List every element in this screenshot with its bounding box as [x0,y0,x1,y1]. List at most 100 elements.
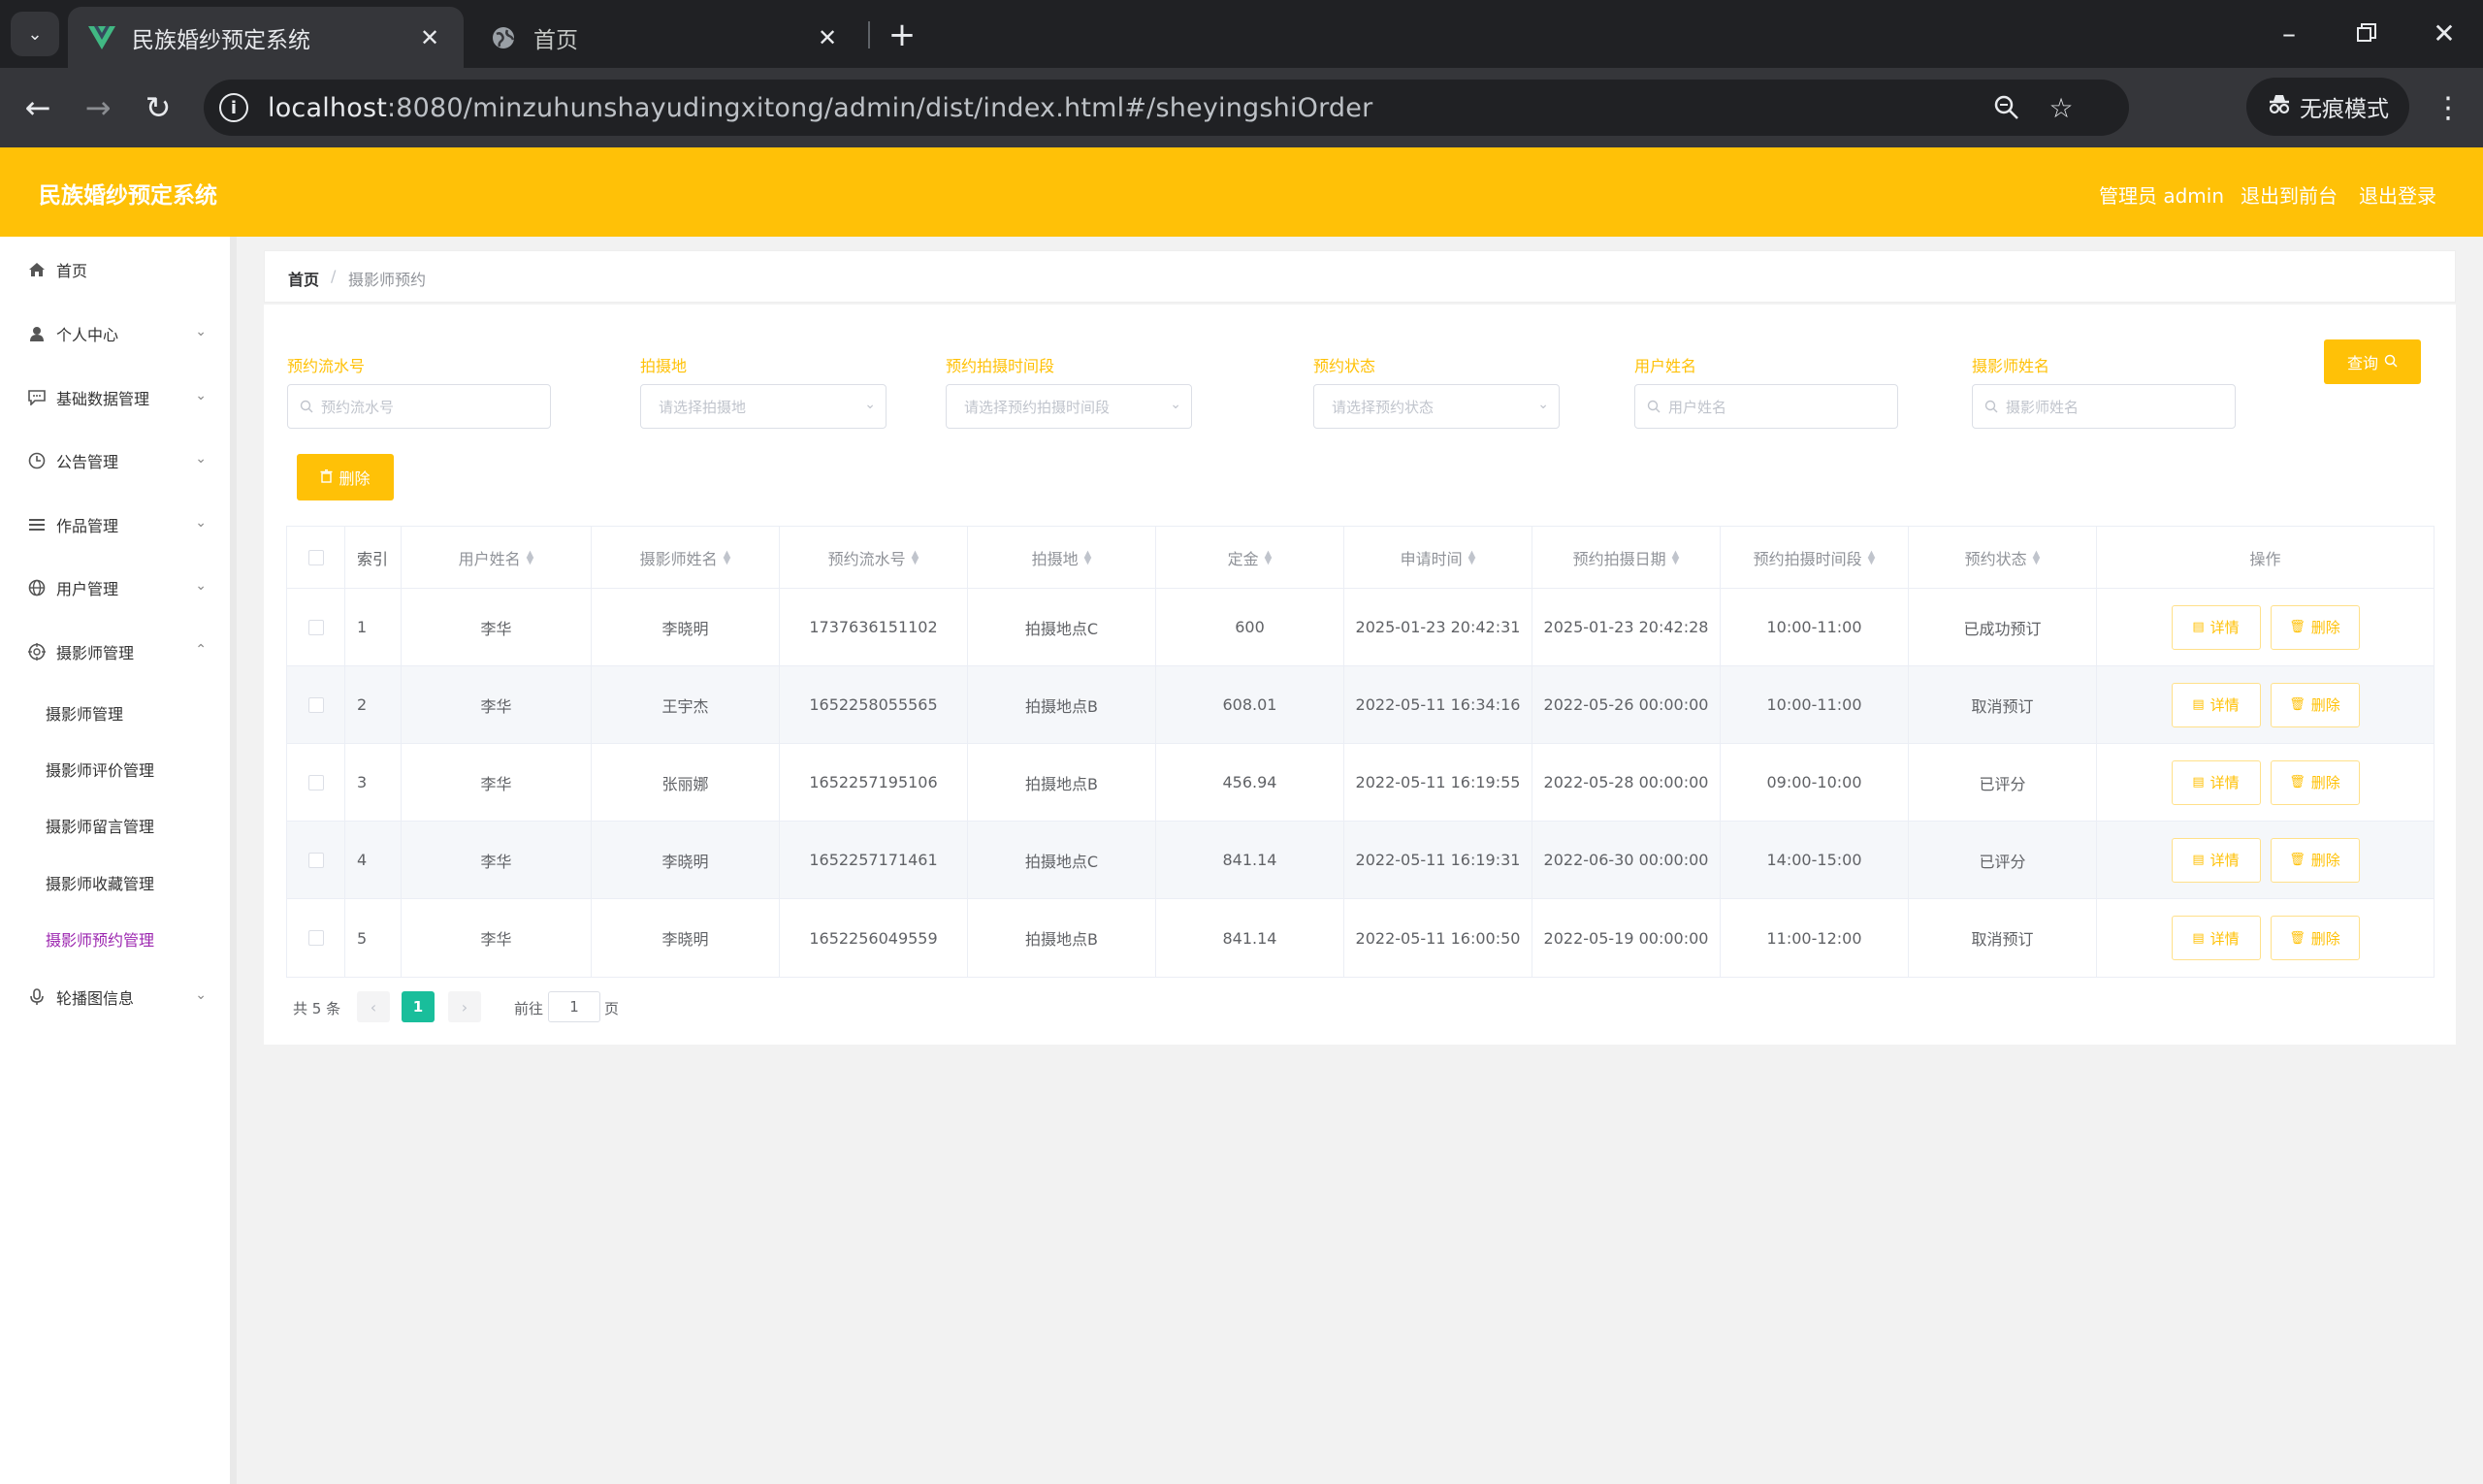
photographer-name-input[interactable]: 摄影师姓名 [1972,384,2236,429]
cell-user-name: 李华 [402,822,592,898]
slot-select[interactable]: 请选择预约拍摄时间段 ⌄ [946,384,1192,429]
tab-title: 民族婚纱预定系统 [132,27,310,53]
sort-icon[interactable]: ▲ ▼ [1084,549,1092,565]
pagination-prev-button[interactable]: ‹ [357,991,390,1022]
tab-inactive[interactable]: 首页 ✕ [469,7,861,68]
sidebar-item-home[interactable]: 首页 [0,250,230,289]
sort-icon[interactable]: ▲ ▼ [724,549,731,565]
sidebar-item-notice[interactable]: 公告管理 ⌄ [0,441,230,480]
logout-link[interactable]: 退出登录 [2359,180,2436,209]
sidebar-subitem-review[interactable]: 摄影师评价管理 [46,758,154,781]
cell-shoot-slot: 14:00-15:00 [1721,822,1909,898]
trash-icon: 🗑 [2289,775,2306,790]
zoom-icon[interactable] [1990,91,2023,124]
incognito-badge[interactable]: 无痕模式 [2246,78,2409,136]
detail-button[interactable]: ▤ 详情 [2171,604,2261,650]
home-icon [27,260,47,279]
sidebar-item-basic-data[interactable]: 基础数据管理 ⌄ [0,378,230,417]
delete-button[interactable]: 🗑 删除 [2270,682,2360,727]
sidebar-item-profile[interactable]: 个人中心 ⌄ [0,314,230,353]
header-location[interactable]: 拍摄地 ▲ ▼ [968,527,1156,588]
sidebar-item-label: 用户管理 [56,580,119,598]
header-photographer-name[interactable]: 摄影师姓名 ▲ ▼ [592,527,780,588]
sidebar-item-photographer[interactable]: 摄影师管理 ⌃ [0,632,230,671]
search-icon [1984,400,1998,413]
url-text[interactable]: localhost:8080/minzuhunshayudingxitong/a… [268,93,1372,123]
cell-shoot-slot: 09:00-10:00 [1721,744,1909,821]
batch-delete-button[interactable]: 删除 [297,454,394,500]
app-header: 民族婚纱预定系统 管理员 admin 退出到前台 退出登录 [0,147,2483,237]
sort-icon[interactable]: ▲ ▼ [1672,549,1680,565]
row-checkbox[interactable] [307,619,324,635]
sidebar-subitem-message[interactable]: 摄影师留言管理 [46,814,154,837]
tab-separator [868,21,870,48]
header-apply-time[interactable]: 申请时间 ▲ ▼ [1344,527,1532,588]
order-no-input[interactable]: 预约流水号 [287,384,551,429]
site-info-icon[interactable]: i [219,93,248,122]
detail-button[interactable]: ▤ 详情 [2171,916,2261,960]
sidebar-subitem-favorite[interactable]: 摄影师收藏管理 [46,871,154,894]
table-row: 3 李华 张丽娜 1652257195106 拍摄地点B 456.94 2022… [287,744,2434,822]
status-select[interactable]: 请选择预约状态 ⌄ [1313,384,1560,429]
sort-icon[interactable]: ▲ ▼ [527,549,534,565]
sidebar-item-users[interactable]: 用户管理 ⌄ [0,568,230,607]
delete-button[interactable]: 🗑 删除 [2270,604,2360,650]
cell-shoot-date: 2022-05-19 00:00:00 [1532,899,1721,977]
sidebar-item-works[interactable]: 作品管理 ⌄ [0,505,230,544]
sort-icon[interactable]: ▲ ▼ [1265,549,1273,565]
minimize-icon[interactable]: – [2260,10,2318,56]
sort-icon[interactable]: ▲ ▼ [1868,549,1876,565]
header-status[interactable]: 预约状态 ▲ ▼ [1909,527,2097,588]
delete-button[interactable]: 🗑 删除 [2270,759,2360,805]
exit-to-front-link[interactable]: 退出到前台 [2241,180,2338,209]
sort-icon[interactable]: ▲ ▼ [1468,549,1476,565]
back-icon[interactable]: ← [16,85,60,130]
delete-button[interactable]: 🗑 删除 [2270,837,2360,883]
chevron-down-icon: ⌄ [864,397,876,412]
location-select[interactable]: 请选择拍摄地 ⌄ [640,384,887,429]
row-checkbox[interactable] [307,852,324,868]
tab-search-button[interactable]: ⌄ [11,12,59,56]
reload-icon[interactable]: ↻ [136,85,180,130]
cell-index: 2 [345,666,402,743]
header-order-no[interactable]: 预约流水号 ▲ ▼ [780,527,968,588]
trash-icon: 🗑 [2289,853,2306,867]
query-button[interactable]: 查询 [2324,339,2421,384]
delete-button[interactable]: 🗑 删除 [2270,916,2360,960]
sidebar-divider [230,237,237,1484]
header-shoot-slot[interactable]: 预约拍摄时间段 ▲ ▼ [1721,527,1909,588]
pagination-goto-input[interactable]: 1 [548,991,600,1022]
breadcrumb-home[interactable]: 首页 [288,267,319,290]
cell-deposit: 600 [1156,589,1344,665]
forward-icon[interactable]: → [76,85,120,130]
row-checkbox[interactable] [307,930,324,946]
pagination-page-1[interactable]: 1 [402,991,435,1022]
row-checkbox[interactable] [307,774,324,790]
bookmark-star-icon[interactable]: ☆ [2045,91,2078,124]
close-tab-icon[interactable]: ✕ [415,24,444,51]
detail-button[interactable]: ▤ 详情 [2171,759,2261,805]
more-menu-icon[interactable]: ⋮ [2429,85,2467,130]
header-user-name[interactable]: 用户姓名 ▲ ▼ [402,527,592,588]
close-tab-icon[interactable]: ✕ [813,24,842,51]
row-checkbox[interactable] [307,696,324,713]
chevron-down-icon: ⌄ [195,388,207,403]
sidebar-item-carousel[interactable]: 轮播图信息 ⌄ [0,978,230,1016]
detail-button[interactable]: ▤ 详情 [2171,682,2261,727]
new-tab-icon[interactable]: + [883,16,921,54]
header-shoot-date[interactable]: 预约拍摄日期 ▲ ▼ [1532,527,1721,588]
select-all-checkbox[interactable] [307,549,324,565]
sort-icon[interactable]: ▲ ▼ [912,549,919,565]
address-bar[interactable]: i localhost:8080/minzuhunshayudingxitong… [204,80,2129,136]
cell-location: 拍摄地点B [968,666,1156,743]
header-deposit[interactable]: 定金 ▲ ▼ [1156,527,1344,588]
sidebar-subitem-photographer[interactable]: 摄影师管理 [46,701,123,725]
user-name-input[interactable]: 用户姓名 [1634,384,1898,429]
pagination-next-button[interactable]: › [448,991,481,1022]
close-window-icon[interactable]: ✕ [2415,10,2473,56]
sort-icon[interactable]: ▲ ▼ [2033,549,2041,565]
tab-active[interactable]: 民族婚纱预定系统 ✕ [68,7,464,68]
detail-button[interactable]: ▤ 详情 [2171,837,2261,883]
sidebar-subitem-booking[interactable]: 摄影师预约管理 [46,927,154,951]
restore-icon[interactable] [2338,10,2396,56]
